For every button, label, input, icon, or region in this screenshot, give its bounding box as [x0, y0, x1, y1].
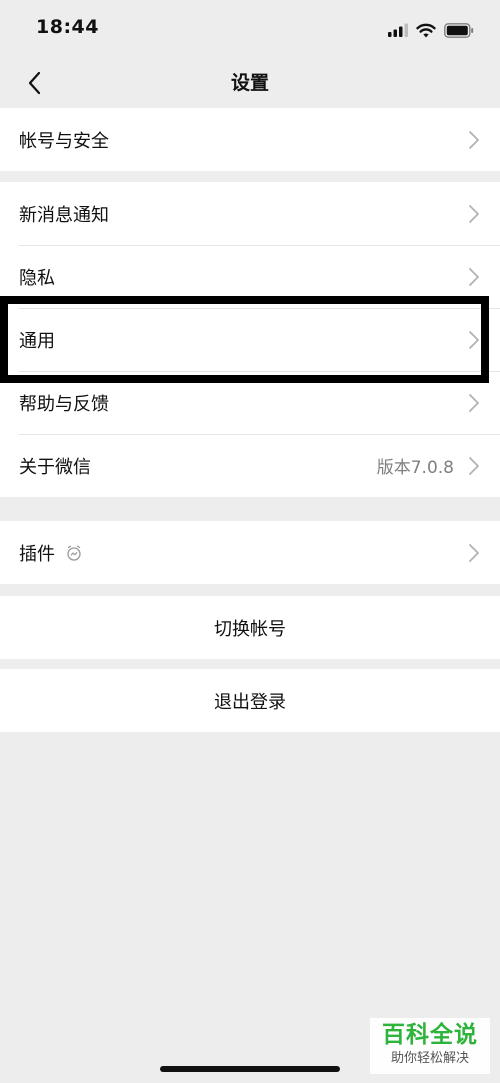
- new-message-label: 新消息通知: [19, 204, 109, 226]
- privacy-label: 隐私: [19, 267, 55, 289]
- switch-account-button[interactable]: 切换帐号: [0, 596, 500, 659]
- signal-icon: [388, 23, 408, 37]
- about-row[interactable]: 关于微信 版本7.0.8: [0, 434, 500, 497]
- account-security-row[interactable]: 帐号与安全: [0, 108, 500, 171]
- help-feedback-label: 帮助与反馈: [19, 393, 109, 415]
- switch-account-group: 切换帐号: [0, 596, 500, 659]
- wifi-icon: [416, 23, 436, 37]
- watermark-logo: 百科全说 助你轻松解决: [370, 1018, 490, 1074]
- battery-icon: [444, 22, 474, 38]
- page-title: 设置: [230, 72, 269, 94]
- logout-label: 退出登录: [214, 691, 286, 713]
- logout-button[interactable]: 退出登录: [0, 669, 500, 732]
- plugins-row[interactable]: 插件: [0, 521, 500, 584]
- chevron-right-icon: [469, 331, 479, 349]
- plugins-label: 插件: [19, 543, 55, 565]
- account-group: 帐号与安全: [0, 108, 500, 171]
- chevron-right-icon: [469, 394, 479, 412]
- main-settings-group: 新消息通知 隐私 通用 帮助与反馈 关于微信 版本7.0.8: [0, 182, 500, 497]
- chevron-right-icon: [469, 205, 479, 223]
- watermark-subtitle: 助你轻松解决: [390, 1051, 469, 1066]
- account-security-label: 帐号与安全: [19, 130, 109, 152]
- status-bar: 18:44: [0, 0, 500, 58]
- watermark-title: 百科全说: [382, 1022, 478, 1048]
- about-label: 关于微信: [19, 456, 91, 478]
- chevron-right-icon: [469, 544, 479, 562]
- home-indicator[interactable]: [160, 1066, 340, 1072]
- plugins-group: 插件: [0, 521, 500, 584]
- chevron-right-icon: [469, 268, 479, 286]
- version-value: 版本7.0.8: [376, 458, 454, 478]
- general-label: 通用: [19, 330, 55, 352]
- help-feedback-row[interactable]: 帮助与反馈: [0, 371, 500, 434]
- status-icons: [388, 20, 474, 40]
- general-row[interactable]: 通用: [0, 308, 500, 371]
- plugin-clock-icon: [67, 545, 81, 561]
- switch-account-label: 切换帐号: [214, 618, 286, 640]
- status-time: 18:44: [36, 16, 99, 38]
- new-message-row[interactable]: 新消息通知: [0, 182, 500, 245]
- settings-screen: 18:44 设置 帐号与安全 新消息通知 隐私 通用 帮助与反馈 关于微信 版本…: [0, 0, 500, 1083]
- chevron-right-icon: [469, 131, 479, 149]
- privacy-row[interactable]: 隐私: [0, 245, 500, 308]
- logout-group: 退出登录: [0, 669, 500, 732]
- chevron-right-icon: [469, 457, 479, 475]
- nav-bar: 设置: [0, 58, 500, 108]
